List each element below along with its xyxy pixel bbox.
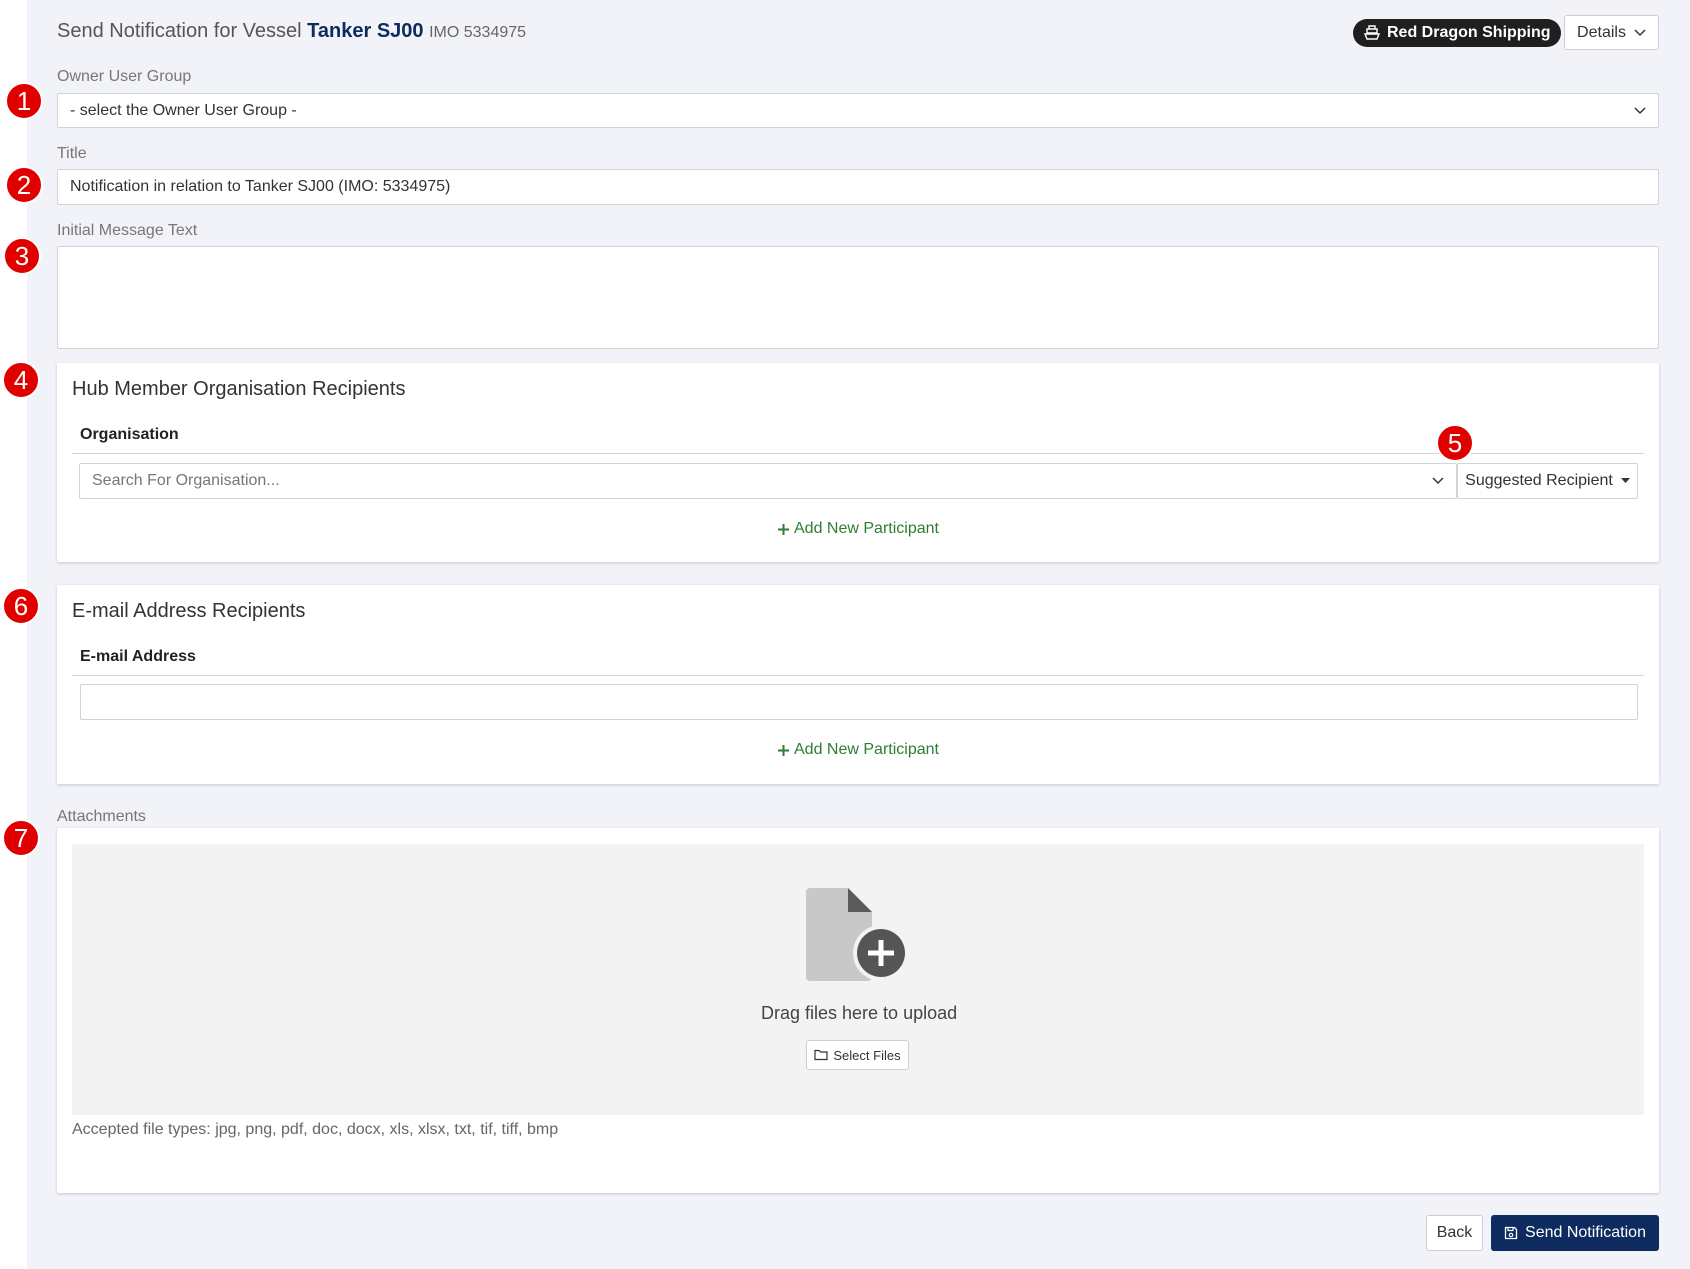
owner-group-select[interactable]: - select the Owner User Group -	[57, 93, 1659, 128]
page-title-prefix: Send Notification for Vessel	[57, 20, 302, 42]
add-organisation-participant-label: Add New Participant	[794, 520, 939, 537]
send-notification-button[interactable]: Send Notification	[1491, 1215, 1659, 1251]
page-title: Send Notification for Vessel Tanker SJ00…	[57, 20, 526, 43]
organisation-search-input[interactable]: Search For Organisation...	[79, 463, 1457, 499]
email-column-header: E-mail Address	[80, 648, 196, 665]
attachments-label: Attachments	[57, 808, 146, 825]
marker-3: 3	[3, 237, 41, 275]
chevron-down-icon	[1634, 28, 1646, 36]
email-recipients-title: E-mail Address Recipients	[72, 600, 306, 622]
owner-group-value: - select the Owner User Group -	[70, 101, 297, 119]
select-files-label: Select Files	[833, 1047, 901, 1063]
details-button[interactable]: Details	[1564, 15, 1659, 50]
back-button[interactable]: Back	[1426, 1215, 1483, 1251]
accepted-file-types: Accepted file types: jpg, png, pdf, doc,…	[72, 1121, 559, 1138]
vessel-name: Tanker SJ00	[307, 20, 424, 42]
message-label: Initial Message Text	[57, 222, 198, 239]
marker-5: 5	[1436, 424, 1474, 462]
organisation-search-placeholder: Search For Organisation...	[92, 472, 280, 489]
organisation-column-header: Organisation	[80, 426, 179, 443]
chevron-down-icon	[1432, 477, 1444, 485]
add-email-participant-label: Add New Participant	[794, 741, 939, 758]
back-label: Back	[1436, 1224, 1473, 1241]
marker-1: 1	[5, 82, 43, 120]
add-email-participant-link[interactable]: Add New Participant	[777, 741, 939, 759]
company-badge: Red Dragon Shipping	[1353, 19, 1561, 47]
plus-icon	[778, 744, 789, 756]
title-input[interactable]: Notification in relation to Tanker SJ00 …	[57, 169, 1659, 205]
company-name: Red Dragon Shipping	[1387, 24, 1551, 41]
details-label: Details	[1577, 23, 1626, 41]
plus-icon	[778, 523, 789, 535]
email-divider	[72, 675, 1644, 676]
hub-recipients-title: Hub Member Organisation Recipients	[72, 378, 406, 400]
save-icon	[1504, 1226, 1518, 1240]
owner-group-label: Owner User Group	[57, 68, 192, 85]
chevron-down-icon	[1634, 106, 1646, 114]
folder-icon	[814, 1049, 828, 1061]
ship-icon	[1363, 25, 1381, 40]
suggested-recipient-button[interactable]: Suggested Recipient	[1457, 463, 1638, 499]
drop-instruction: Drag files here to upload	[761, 1003, 958, 1023]
send-notification-label: Send Notification	[1525, 1224, 1646, 1241]
marker-6: 6	[2, 587, 40, 625]
hub-divider	[72, 453, 1644, 454]
marker-2: 2	[5, 166, 43, 204]
vessel-imo: IMO 5334975	[429, 24, 527, 41]
select-files-button[interactable]: Select Files	[806, 1040, 909, 1070]
title-label: Title	[57, 145, 87, 162]
file-add-icon	[806, 888, 909, 981]
suggested-recipient-label: Suggested Recipient	[1465, 472, 1613, 489]
marker-4: 4	[2, 361, 40, 399]
title-input-value: Notification in relation to Tanker SJ00 …	[70, 178, 451, 195]
caret-down-icon	[1620, 478, 1630, 483]
marker-7: 7	[2, 819, 40, 857]
email-address-input[interactable]	[80, 684, 1638, 720]
add-organisation-participant-link[interactable]: Add New Participant	[777, 520, 939, 538]
message-textarea[interactable]	[57, 246, 1659, 349]
